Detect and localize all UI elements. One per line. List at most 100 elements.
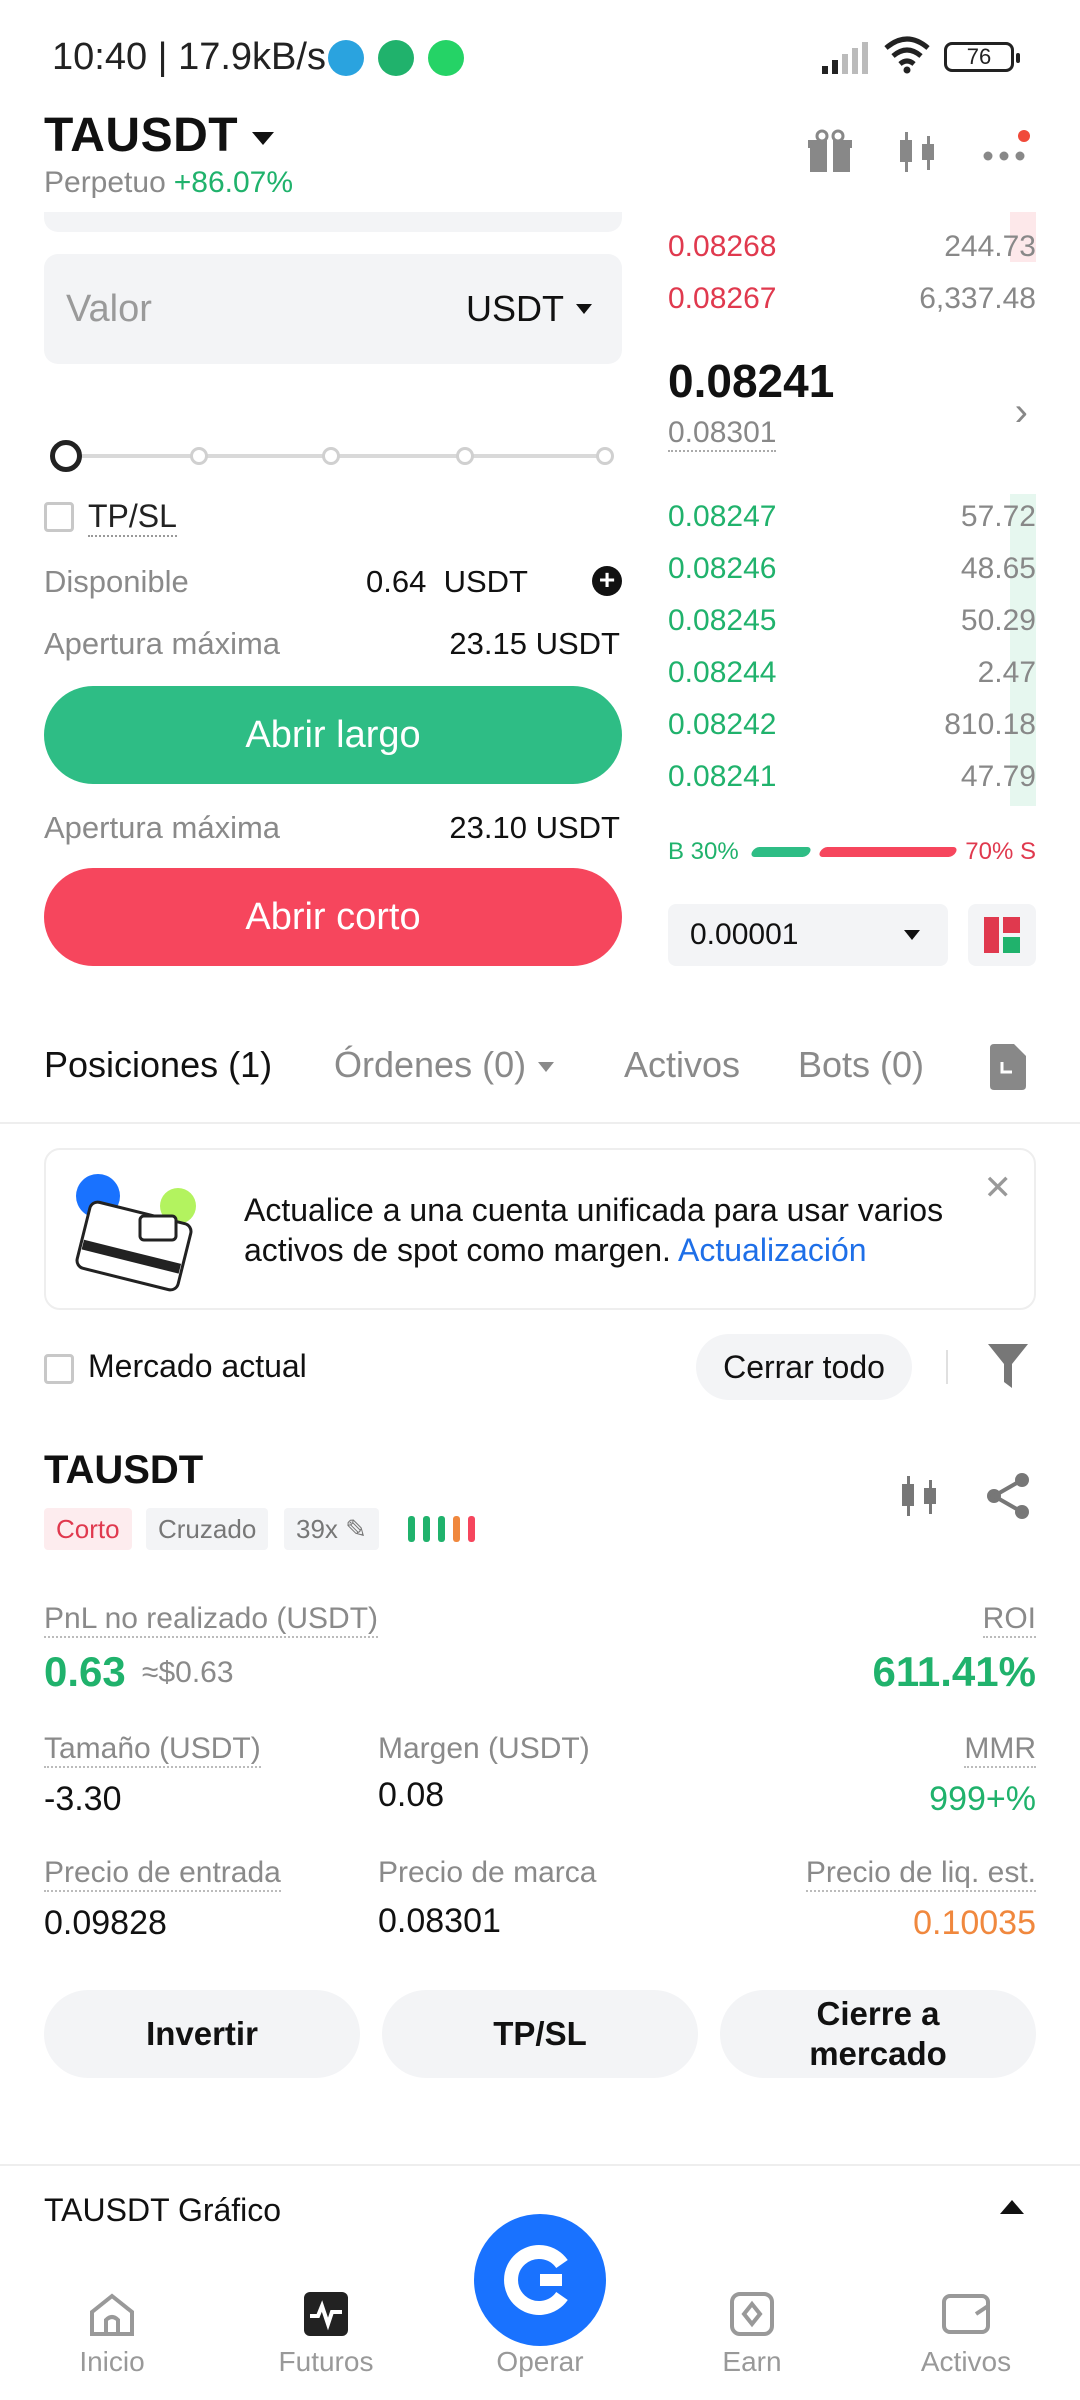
bid-price[interactable]: 0.08244 [668, 656, 776, 690]
tab-positions[interactable]: Posiciones (1) [44, 1044, 272, 1086]
liq-price-label: Precio de liq. est. [805, 1856, 1036, 1892]
trade-logo-icon [504, 2245, 568, 2315]
chevron-up-icon[interactable] [1000, 2200, 1024, 2214]
adl-indicator-icon [408, 1516, 475, 1542]
chevron-down-icon [904, 930, 920, 940]
ask-qty: 244.73 [944, 230, 1036, 263]
filter-icon[interactable] [988, 1344, 1028, 1388]
telegram-icon [328, 40, 364, 76]
max-open-short-label: Apertura máxima [44, 810, 281, 845]
candlestick-chart-icon[interactable] [898, 1472, 942, 1520]
bid-price[interactable]: 0.08246 [668, 552, 776, 586]
slider-thumb[interactable] [50, 440, 82, 472]
tab-bots[interactable]: Bots (0) [798, 1044, 924, 1086]
share-icon[interactable] [986, 1472, 1032, 1520]
nav-home[interactable]: Inicio [42, 2346, 182, 2378]
value-input[interactable]: Valor USDT [44, 254, 622, 364]
bid-price[interactable]: 0.08241 [668, 760, 776, 794]
chart-section-label[interactable]: TAUSDT Gráfico [44, 2192, 281, 2229]
position-symbol[interactable]: TAUSDT [44, 1448, 203, 1493]
unified-account-banner: Actualice a una cuenta unificada para us… [44, 1148, 1036, 1310]
bid-price[interactable]: 0.08247 [668, 500, 776, 534]
kucoin-icon [378, 40, 414, 76]
bid-price[interactable]: 0.08242 [668, 708, 776, 742]
bid-qty: 48.65 [960, 552, 1036, 585]
ask-price[interactable]: 0.08267 [668, 282, 776, 316]
nav-assets[interactable]: Activos [896, 2346, 1036, 2378]
margin-value: 0.08 [378, 1776, 445, 1814]
add-funds-icon[interactable]: + [592, 566, 622, 596]
entry-price-value: 0.09828 [44, 1904, 167, 1942]
slider-step-100[interactable] [596, 447, 614, 465]
banner-message: Actualice a una cuenta unificada para us… [244, 1192, 944, 1268]
buy-ratio-fill [749, 847, 813, 857]
tab-orders[interactable]: Órdenes (0) [334, 1044, 555, 1086]
open-long-button[interactable]: Abrir largo [44, 686, 622, 784]
nav-earn[interactable]: Earn [682, 2346, 822, 2378]
close-all-button[interactable]: Cerrar todo [696, 1334, 912, 1400]
leverage-badge[interactable]: 39x ✎ [284, 1508, 379, 1550]
reverse-button[interactable]: Invertir [44, 1990, 360, 2078]
futures-icon[interactable] [302, 2290, 350, 2338]
gift-icon[interactable] [806, 128, 854, 176]
slider-step-50[interactable] [322, 447, 340, 465]
contract-type: Perpetuo [44, 166, 166, 199]
margin-mode-badge: Cruzado [146, 1508, 269, 1550]
bid-price[interactable]: 0.08245 [668, 604, 776, 638]
size-label: Tamaño (USDT) [44, 1732, 261, 1768]
close-icon[interactable]: ✕ [984, 1168, 1013, 1208]
upgrade-link[interactable]: Actualización [678, 1232, 867, 1268]
chevron-right-icon[interactable]: › [1015, 390, 1028, 435]
chevron-down-icon [252, 131, 275, 145]
roi-value: 611.41% [872, 1648, 1037, 1695]
status-time: 10:40 | 17.9kB/s [52, 36, 326, 78]
tpsl-label[interactable]: TP/SL [88, 498, 177, 537]
unrealized-pnl-usd: ≈$0.63 [142, 1656, 234, 1689]
value-unit-select[interactable]: USDT [466, 288, 564, 330]
mmr-value: 999+% [929, 1780, 1036, 1818]
ask-price[interactable]: 0.08268 [668, 230, 776, 264]
current-market-checkbox[interactable] [44, 1354, 74, 1384]
tpsl-button[interactable]: TP/SL [382, 1990, 698, 2078]
side-badge: Corto [44, 1508, 132, 1550]
collapsed-field [44, 212, 622, 232]
home-icon[interactable] [88, 2290, 136, 2338]
current-market-label[interactable]: Mercado actual [88, 1348, 307, 1385]
tick-size-select[interactable]: 0.00001 [668, 904, 948, 966]
history-document-icon[interactable] [988, 1044, 1028, 1090]
trade-fab-button[interactable] [474, 2214, 606, 2346]
available-label: Disponible [44, 564, 189, 599]
divider [946, 1350, 948, 1384]
sell-ratio-fill [817, 847, 959, 857]
orderbook-layout-button[interactable] [968, 904, 1036, 966]
value-placeholder: Valor [66, 288, 152, 330]
battery-indicator: 76 [944, 42, 1020, 72]
layout-icon [984, 917, 1020, 953]
mark-price-label: Precio de marca [378, 1856, 597, 1889]
nav-futures[interactable]: Futuros [256, 2346, 396, 2378]
more-options-icon[interactable] [982, 128, 1030, 176]
buy-ratio-label: B 30% [668, 838, 739, 865]
tab-assets[interactable]: Activos [624, 1044, 740, 1086]
whatsapp-icon [428, 40, 464, 76]
earn-icon[interactable] [728, 2290, 776, 2338]
bid-qty: 47.79 [960, 760, 1036, 793]
nav-trade[interactable]: Operar [470, 2346, 610, 2378]
open-short-button[interactable]: Abrir corto [44, 868, 622, 966]
wallet-card-illustration [75, 1174, 196, 1292]
tab-divider [0, 1122, 1080, 1124]
mark-price-value: 0.08301 [378, 1902, 501, 1940]
bid-qty: 57.72 [960, 500, 1036, 533]
unrealized-pnl-value: 0.63 [44, 1648, 126, 1695]
size-value: -3.30 [44, 1780, 122, 1818]
slider-step-75[interactable] [456, 447, 474, 465]
market-close-button[interactable]: Cierre a mercado [720, 1990, 1036, 2078]
pair-selector[interactable]: TAUSDT [44, 108, 275, 163]
tpsl-checkbox[interactable] [44, 502, 74, 532]
slider-step-25[interactable] [190, 447, 208, 465]
mmr-label: MMR [964, 1732, 1036, 1768]
section-divider [0, 2164, 1080, 2166]
candlestick-chart-icon[interactable] [894, 128, 942, 176]
max-open-long-value: 23.15 USDT [449, 626, 620, 661]
assets-wallet-icon[interactable] [942, 2290, 990, 2338]
